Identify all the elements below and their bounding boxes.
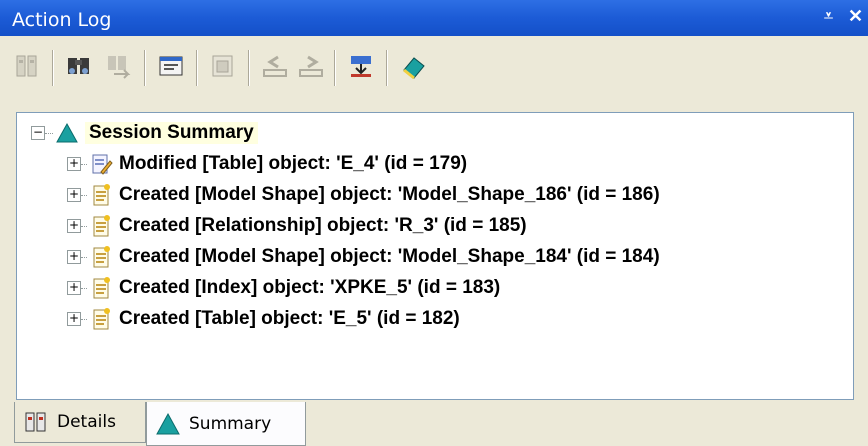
tab-strip: Details Summary (0, 402, 868, 446)
erase-icon[interactable] (398, 52, 428, 80)
tree-item[interactable]: + Modified [Table] object: 'E_4' (id = 1… (67, 150, 467, 178)
tab-details[interactable]: Details (14, 402, 146, 443)
item-label: Created [Index] object: 'XPKE_5' (id = 1… (119, 277, 501, 298)
item-label: Created [Relationship] object: 'R_3' (id… (119, 215, 527, 236)
tree-item[interactable]: + Created [Relationship] object: 'R_3' (… (67, 212, 527, 240)
expand-icon[interactable]: + (67, 219, 81, 233)
tree-item[interactable]: + Created [Model Shape] object: 'Model_S… (67, 181, 660, 209)
item-label: Created [Table] object: 'E_5' (id = 182) (119, 308, 460, 329)
root-label: Session Summary (85, 122, 258, 144)
created-doc-icon (89, 276, 113, 300)
created-doc-icon (89, 214, 113, 238)
redo-icon[interactable] (296, 52, 326, 80)
created-doc-icon (89, 307, 113, 331)
expand-icon[interactable]: + (67, 188, 81, 202)
collapse-icon[interactable]: − (31, 126, 45, 140)
properties-icon[interactable] (156, 52, 186, 80)
tree-item[interactable]: + Created [Index] object: 'XPKE_5' (id =… (67, 274, 500, 302)
item-label: Modified [Table] object: 'E_4' (id = 179… (119, 153, 468, 174)
tab-summary[interactable]: Summary (146, 402, 306, 446)
details-icon[interactable] (12, 52, 42, 80)
preview-icon[interactable] (208, 52, 238, 80)
filter-icon[interactable] (346, 52, 376, 80)
expand-icon[interactable]: + (67, 281, 81, 295)
title-bar: Action Log ⩡ ✕ (0, 0, 868, 36)
details-tab-icon (23, 409, 49, 435)
pin-icon[interactable]: ⩡ (824, 8, 833, 26)
tree-item[interactable]: + Created [Model Shape] object: 'Model_S… (67, 243, 660, 271)
expand-icon[interactable]: + (67, 312, 81, 326)
summary-triangle-icon (55, 121, 79, 145)
created-doc-icon (89, 245, 113, 269)
tree-item[interactable]: + Created [Table] object: 'E_5' (id = 18… (67, 305, 460, 333)
action-tree[interactable]: − Session Summary + Modified [Table] obj… (16, 112, 854, 400)
item-label: Created [Model Shape] object: 'Model_Sha… (119, 246, 660, 267)
modified-doc-icon (89, 152, 113, 176)
item-label: Created [Model Shape] object: 'Model_Sha… (119, 184, 660, 205)
expand-icon[interactable]: + (67, 157, 81, 171)
tree-root[interactable]: − Session Summary (31, 119, 258, 147)
find-next-icon[interactable] (104, 52, 134, 80)
toolbar (0, 38, 868, 102)
undo-icon[interactable] (260, 52, 290, 80)
expand-icon[interactable]: + (67, 250, 81, 264)
created-doc-icon (89, 183, 113, 207)
window-title: Action Log (12, 9, 112, 31)
tab-label: Summary (189, 413, 272, 434)
find-icon[interactable] (64, 52, 94, 80)
tab-label: Details (57, 412, 116, 432)
summary-tab-icon (155, 411, 181, 437)
close-icon[interactable]: ✕ (848, 6, 863, 27)
